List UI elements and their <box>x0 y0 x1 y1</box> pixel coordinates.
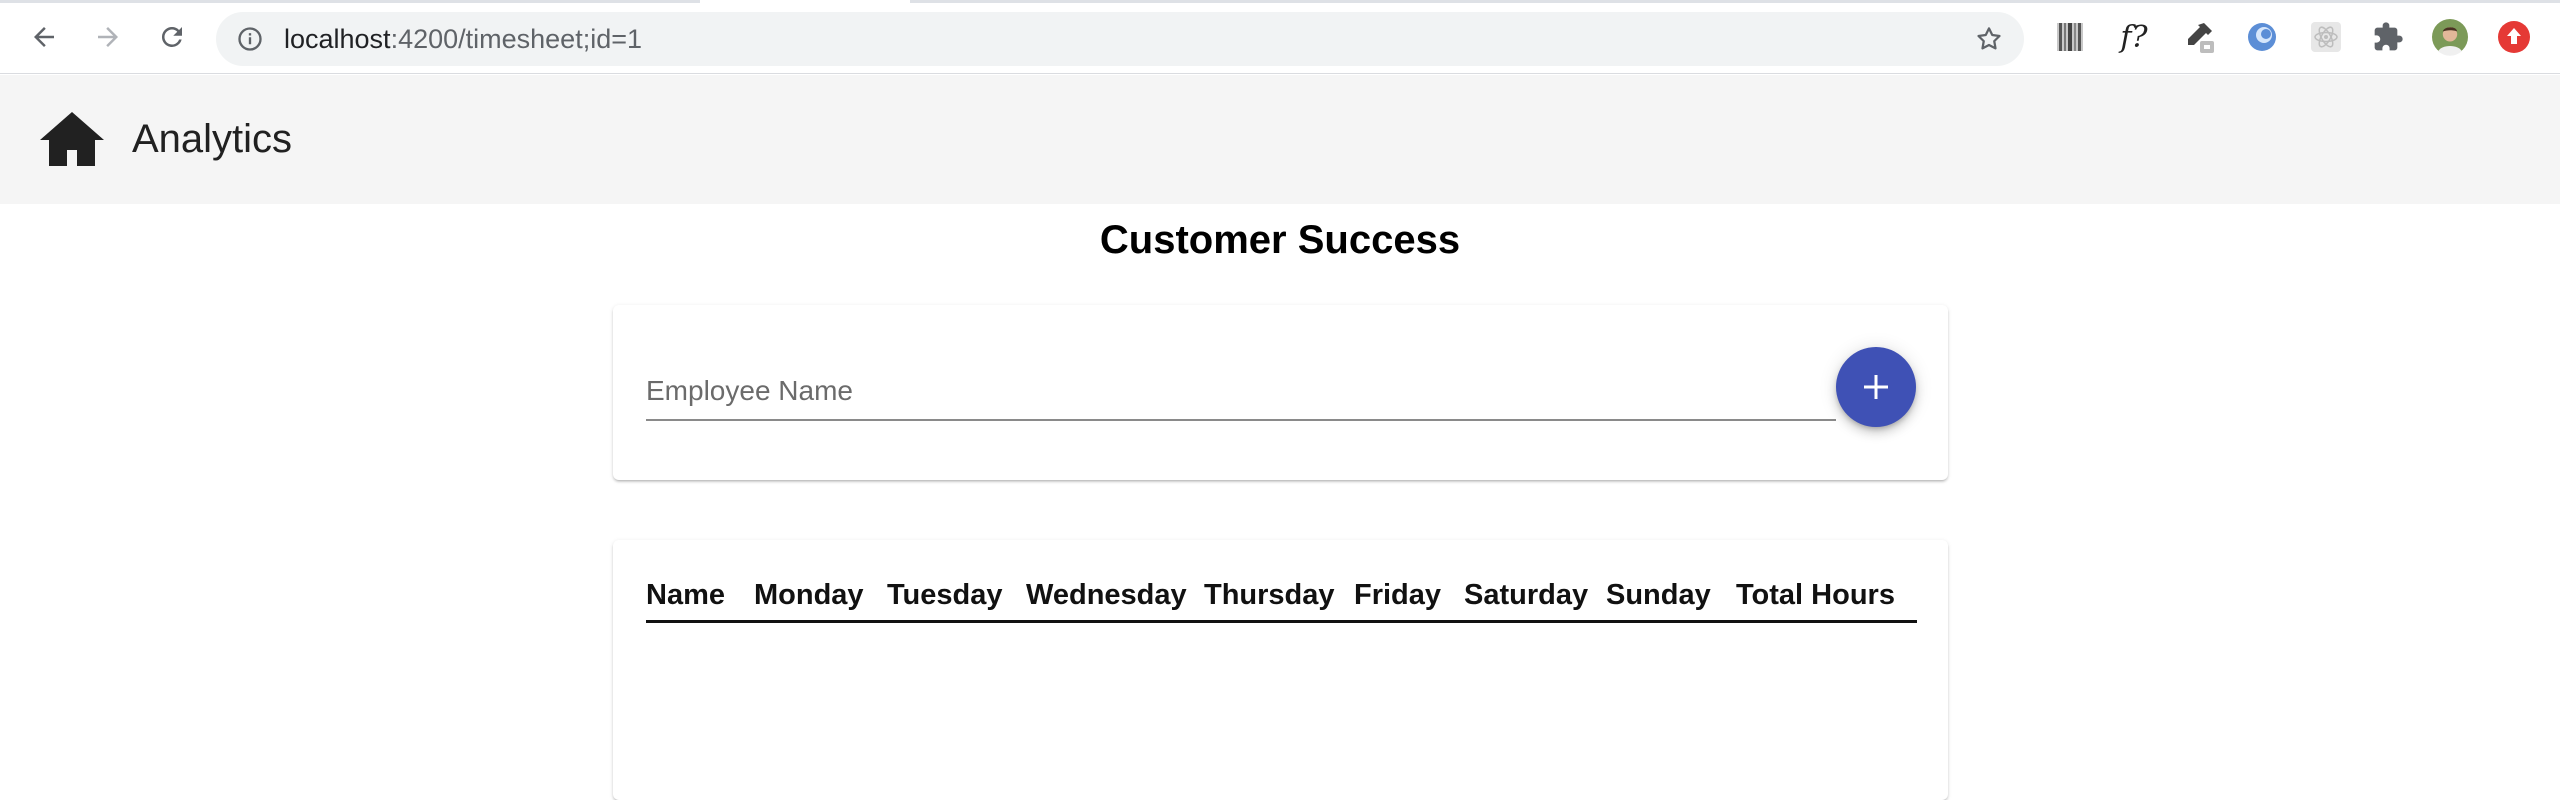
add-icon <box>1864 375 1888 399</box>
column-header-tuesday[interactable]: Tuesday <box>887 577 1003 613</box>
browser-toolbar: localhost:4200/timesheet;id=1 f? <box>0 0 2560 74</box>
add-employee-button[interactable] <box>1836 347 1916 427</box>
barcode-icon[interactable] <box>2052 19 2088 55</box>
table-header-row: Name Monday Tuesday Wednesday Thursday F… <box>646 573 1917 623</box>
url-path: :4200/timesheet;id=1 <box>390 24 643 54</box>
column-header-saturday[interactable]: Saturday <box>1464 577 1588 613</box>
employee-form-card <box>613 305 1948 480</box>
puzzle-icon[interactable] <box>2370 19 2406 55</box>
app-title: Analytics <box>132 117 293 161</box>
profile-avatar[interactable] <box>2432 19 2468 56</box>
column-header-monday[interactable]: Monday <box>754 577 864 613</box>
timesheet-table-card: Name Monday Tuesday Wednesday Thursday F… <box>613 540 1948 800</box>
column-header-name[interactable]: Name <box>646 577 725 613</box>
formula-label: f? <box>2120 19 2148 55</box>
column-header-friday[interactable]: Friday <box>1354 577 1441 613</box>
home-icon[interactable] <box>38 110 106 168</box>
reload-icon <box>161 26 182 47</box>
arrow-left-icon <box>34 27 54 47</box>
circle-extension-icon[interactable] <box>2244 19 2280 55</box>
formula-extension-icon[interactable]: f? <box>2116 19 2152 55</box>
tab-strip-edge <box>0 0 700 3</box>
column-header-thursday[interactable]: Thursday <box>1204 577 1335 613</box>
column-header-total-hours[interactable]: Total Hours <box>1736 577 1895 613</box>
app-toolbar <box>0 75 2560 204</box>
info-icon[interactable] <box>236 25 264 53</box>
eyedropper-icon[interactable] <box>2180 19 2216 55</box>
reload-button[interactable] <box>152 17 192 57</box>
url-host: localhost <box>284 24 391 54</box>
arrow-right-icon <box>98 27 118 47</box>
tab-strip-edge <box>910 0 2560 3</box>
back-button[interactable] <box>24 17 64 57</box>
page-title: Customer Success <box>1099 218 1461 262</box>
forward-button[interactable] <box>88 17 128 57</box>
column-header-sunday[interactable]: Sunday <box>1606 577 1711 613</box>
address-bar[interactable]: localhost:4200/timesheet;id=1 <box>216 12 2024 66</box>
employee-name-field <box>646 363 1836 421</box>
bookmark-star-icon[interactable] <box>1974 24 2004 54</box>
url-text[interactable]: localhost:4200/timesheet;id=1 <box>284 25 642 53</box>
employee-name-input[interactable] <box>646 371 1836 411</box>
column-header-wednesday[interactable]: Wednesday <box>1026 577 1187 613</box>
update-icon[interactable] <box>2496 19 2532 55</box>
react-devtools-icon[interactable] <box>2308 19 2344 55</box>
